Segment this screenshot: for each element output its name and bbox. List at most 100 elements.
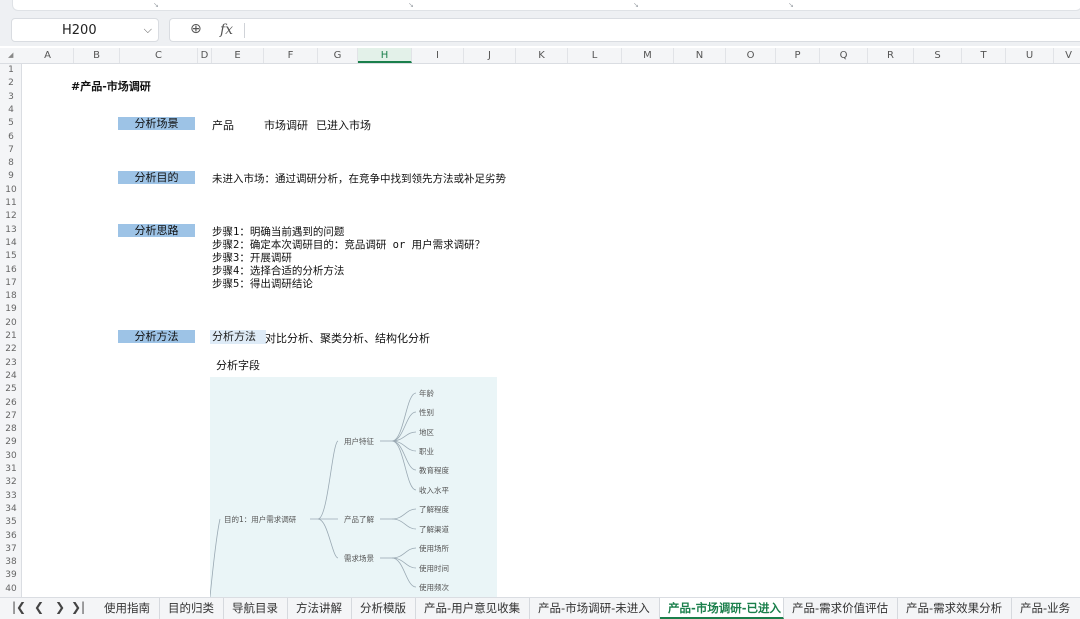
row-header[interactable]: 24: [0, 370, 22, 383]
column-header-b[interactable]: B: [74, 48, 120, 63]
sheet-title[interactable]: #产品-市场调研: [71, 78, 151, 94]
sheet-tab[interactable]: 产品-市场调研-已进入: [660, 598, 784, 619]
sheet-tab[interactable]: 产品-需求效果分析: [898, 598, 1012, 619]
row-header[interactable]: 4: [0, 104, 22, 117]
column-header-u[interactable]: U: [1006, 48, 1054, 63]
select-all-corner-icon[interactable]: ◢: [8, 51, 13, 59]
method-chip[interactable]: 分析方法: [210, 330, 266, 344]
column-header-f[interactable]: F: [264, 48, 318, 63]
sheet-tab[interactable]: 产品-业务: [1012, 598, 1080, 619]
ribbon-expand-icon[interactable]: ↘: [153, 1, 159, 9]
column-header-n[interactable]: N: [674, 48, 726, 63]
row-header[interactable]: 27: [0, 410, 22, 423]
column-header-l[interactable]: L: [568, 48, 622, 63]
chevron-down-icon[interactable]: ⌵: [144, 23, 152, 37]
row-header[interactable]: 7: [0, 144, 22, 157]
sheet-tab[interactable]: 导航目录: [224, 598, 288, 619]
row-header[interactable]: 36: [0, 530, 22, 543]
row-header[interactable]: 9: [0, 170, 22, 183]
name-box-value[interactable]: H200: [62, 23, 97, 38]
column-header-e[interactable]: E: [212, 48, 264, 63]
sheet-tab[interactable]: 产品-用户意见收集: [416, 598, 530, 619]
row-header[interactable]: 22: [0, 343, 22, 356]
ribbon-expand-icon[interactable]: ↘: [788, 1, 794, 9]
sheet-tab[interactable]: 产品-需求价值评估: [784, 598, 898, 619]
row-header[interactable]: 13: [0, 224, 22, 237]
scene-value-product[interactable]: 产品: [212, 117, 234, 133]
row-header[interactable]: 8: [0, 157, 22, 170]
column-header-r[interactable]: R: [868, 48, 914, 63]
column-header-o[interactable]: O: [726, 48, 776, 63]
row-header[interactable]: 26: [0, 397, 22, 410]
column-header-t[interactable]: T: [962, 48, 1006, 63]
row-header[interactable]: 3: [0, 91, 22, 104]
row-header[interactable]: 31: [0, 463, 22, 476]
row-header[interactable]: 19: [0, 303, 22, 316]
approach-label[interactable]: 分析思路: [118, 224, 195, 237]
row-header[interactable]: 10: [0, 184, 22, 197]
row-header[interactable]: 11: [0, 197, 22, 210]
row-header[interactable]: 39: [0, 569, 22, 582]
column-header-g[interactable]: G: [318, 48, 358, 63]
approach-step[interactable]: 步骤5：得出调研结论: [212, 276, 313, 291]
ribbon-expand-icon[interactable]: ↘: [408, 1, 414, 9]
column-header-c[interactable]: C: [120, 48, 198, 63]
row-header[interactable]: 25: [0, 383, 22, 396]
row-header[interactable]: 14: [0, 237, 22, 250]
sheet-tab[interactable]: 分析模版: [352, 598, 416, 619]
column-header-s[interactable]: S: [914, 48, 962, 63]
row-header[interactable]: 18: [0, 290, 22, 303]
row-header[interactable]: 40: [0, 583, 22, 596]
row-header[interactable]: 17: [0, 277, 22, 290]
row-header[interactable]: 34: [0, 503, 22, 516]
scene-value-research[interactable]: 市场调研: [264, 117, 308, 133]
function-icon[interactable]: fx: [220, 22, 233, 38]
row-header[interactable]: 5: [0, 117, 22, 130]
mindmap-image[interactable]: 目的1：用户需求调研 用户特征 产品了解 需求场景 年龄 性别 地区 职业 教育…: [210, 377, 497, 597]
row-header[interactable]: 28: [0, 423, 22, 436]
scene-value-entered[interactable]: 已进入市场: [316, 117, 371, 133]
sheet-tab[interactable]: 使用指南: [96, 598, 160, 619]
sheet-tab[interactable]: 产品-市场调研-未进入: [530, 598, 660, 619]
row-header[interactable]: 6: [0, 131, 22, 144]
column-header-h[interactable]: H: [358, 48, 412, 63]
column-header-p[interactable]: P: [776, 48, 820, 63]
row-header[interactable]: 38: [0, 556, 22, 569]
zoom-icon[interactable]: ⊕: [190, 21, 202, 37]
column-header-v[interactable]: V: [1054, 48, 1080, 63]
column-header-j[interactable]: J: [464, 48, 516, 63]
row-header[interactable]: 15: [0, 250, 22, 263]
sheet-tab[interactable]: 目的归类: [160, 598, 224, 619]
fields-label[interactable]: 分析字段: [216, 357, 260, 373]
column-header-m[interactable]: M: [622, 48, 674, 63]
row-header[interactable]: 20: [0, 317, 22, 330]
column-header-q[interactable]: Q: [820, 48, 868, 63]
purpose-label[interactable]: 分析目的: [118, 171, 195, 184]
row-header[interactable]: 2: [0, 77, 22, 90]
row-header[interactable]: 29: [0, 436, 22, 449]
row-header[interactable]: 35: [0, 516, 22, 529]
row-header[interactable]: 37: [0, 543, 22, 556]
prev-sheet-icon[interactable]: ❮: [34, 600, 44, 614]
ribbon-expand-icon[interactable]: ↘: [633, 1, 639, 9]
row-header[interactable]: 12: [0, 210, 22, 223]
row-header[interactable]: 1: [0, 64, 22, 77]
name-box[interactable]: H200 ⌵: [11, 18, 159, 42]
column-header-k[interactable]: K: [516, 48, 568, 63]
method-label[interactable]: 分析方法: [118, 330, 195, 343]
column-header-i[interactable]: I: [412, 48, 464, 63]
last-sheet-icon[interactable]: ❯|: [71, 600, 85, 614]
row-header[interactable]: 23: [0, 357, 22, 370]
purpose-text[interactable]: 未进入市场：通过调研分析，在竞争中找到领先方法或补足劣势: [212, 171, 506, 186]
first-sheet-icon[interactable]: |❮: [12, 600, 26, 614]
row-header[interactable]: 32: [0, 476, 22, 489]
column-header-d[interactable]: D: [198, 48, 212, 63]
row-header[interactable]: 33: [0, 490, 22, 503]
method-text[interactable]: 对比分析、聚类分析、结构化分析: [265, 330, 430, 346]
formula-input-area[interactable]: ⊕ fx: [169, 18, 1080, 42]
next-sheet-icon[interactable]: ❯: [55, 600, 65, 614]
row-header[interactable]: 16: [0, 264, 22, 277]
row-header[interactable]: 30: [0, 450, 22, 463]
scene-label[interactable]: 分析场景: [118, 117, 195, 130]
sheet-tab[interactable]: 方法讲解: [288, 598, 352, 619]
